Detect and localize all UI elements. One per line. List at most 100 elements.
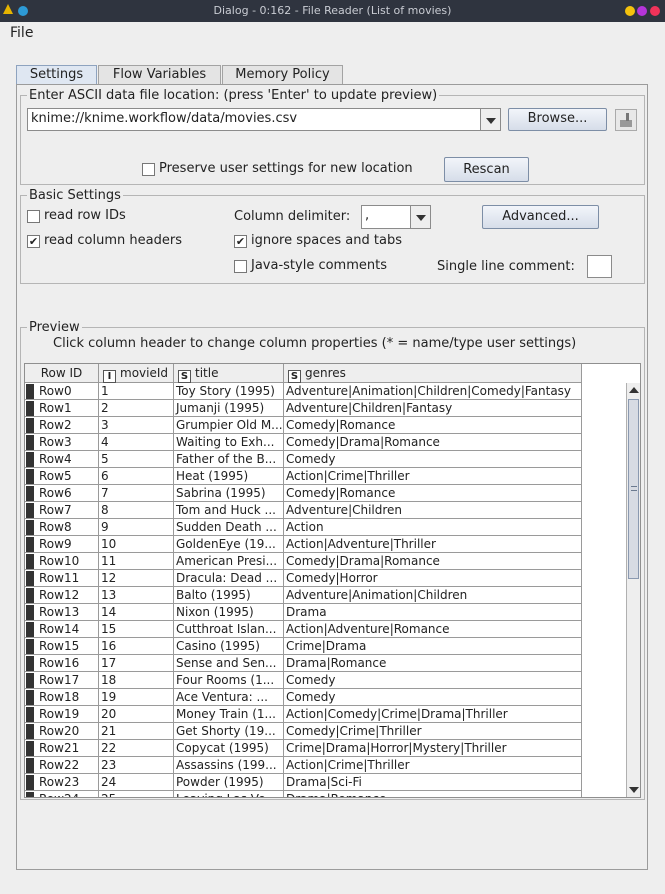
title-cell: Sabrina (1995): [174, 485, 284, 502]
table-row[interactable]: Row9 10 GoldenEye (19... Action|Adventure|T…: [25, 536, 582, 553]
column-header-rowid[interactable]: Row ID: [25, 364, 99, 383]
column-header-movieid[interactable]: ImovieId: [99, 364, 174, 383]
file-chooser-icon[interactable]: [615, 109, 637, 131]
table-row[interactable]: Row0 1 Toy Story (1995) Adventure|Animation…: [25, 383, 582, 400]
table-row[interactable]: Row1 2 Jumanji (1995) Adventure|Children|Fa…: [25, 400, 582, 417]
rescan-button[interactable]: Rescan: [444, 157, 529, 182]
table-row[interactable]: Row16 17 Sense and Sen... Drama|Romance: [25, 655, 582, 672]
table-row[interactable]: Row2 3 Grumpier Old M... Comedy|Romance: [25, 417, 582, 434]
movieid-cell: 10: [99, 536, 174, 553]
title-cell: Waiting to Exh...: [174, 434, 284, 451]
preserve-settings-checkbox[interactable]: [142, 163, 155, 176]
cell-text: Action|Adventure|Romance: [286, 622, 450, 636]
movieid-cell: 19: [99, 689, 174, 706]
close-button[interactable]: [650, 6, 660, 16]
row-id-cell: Row16: [25, 655, 99, 672]
advanced-button[interactable]: Advanced...: [482, 205, 599, 229]
row-id-cell: Row24: [25, 791, 99, 797]
tab-memory-policy[interactable]: Memory Policy: [222, 65, 343, 85]
title-cell: Get Shorty (19...: [174, 723, 284, 740]
java-comments-checkbox[interactable]: [234, 260, 247, 273]
table-row[interactable]: Row4 5 Father of the B... Comedy: [25, 451, 582, 468]
row-marker-icon: [26, 775, 34, 790]
row-marker-icon: [26, 384, 34, 399]
row-id-cell: Row7: [25, 502, 99, 519]
tab-settings[interactable]: Settings: [16, 65, 97, 85]
table-row[interactable]: Row19 20 Money Train (1... Action|Comedy|Cr…: [25, 706, 582, 723]
table-row[interactable]: Row6 7 Sabrina (1995) Comedy|Romance: [25, 485, 582, 502]
preserve-settings-label: Preserve user settings for new location: [159, 161, 413, 176]
genres-cell: Action|Adventure|Thriller: [284, 536, 582, 553]
title-cell: Sudden Death ...: [174, 519, 284, 536]
table-row[interactable]: Row23 24 Powder (1995) Drama|Sci-Fi: [25, 774, 582, 791]
read-column-headers-checkbox[interactable]: ✔: [27, 235, 40, 248]
table-row[interactable]: Row21 22 Copycat (1995) Crime|Drama|Horror|…: [25, 740, 582, 757]
maximize-button[interactable]: [637, 6, 647, 16]
ignore-spaces-checkbox[interactable]: ✔: [234, 235, 247, 248]
row-id-cell: Row14: [25, 621, 99, 638]
cell-text: 7: [101, 486, 109, 500]
row-marker-icon: [26, 741, 34, 756]
cell-text: American Presi...: [176, 554, 278, 568]
browse-button[interactable]: Browse...: [508, 108, 607, 131]
chevron-down-icon[interactable]: [480, 109, 500, 130]
cell-text: 9: [101, 520, 109, 534]
scrollbar-thumb[interactable]: [628, 399, 639, 579]
row-id-cell: Row0: [25, 383, 99, 400]
table-row[interactable]: Row13 14 Nixon (1995) Drama: [25, 604, 582, 621]
chevron-down-icon[interactable]: [410, 206, 430, 228]
minimize-button[interactable]: [625, 6, 635, 16]
table-row[interactable]: Row22 23 Assassins (199... Action|Crime|Thr…: [25, 757, 582, 774]
table-row[interactable]: Row18 19 Ace Ventura: ... Comedy: [25, 689, 582, 706]
table-row[interactable]: Row12 13 Balto (1995) Adventure|Animation|C…: [25, 587, 582, 604]
integer-type-icon: I: [103, 370, 116, 383]
genres-cell: Adventure|Animation|Children|Comedy|Fant…: [284, 383, 582, 400]
table-row[interactable]: Row11 12 Dracula: Dead ... Comedy|Horror: [25, 570, 582, 587]
read-row-ids-checkbox[interactable]: [27, 210, 40, 223]
table-row[interactable]: Row20 21 Get Shorty (19... Comedy|Crime|Thr…: [25, 723, 582, 740]
file-path-combo[interactable]: knime://knime.workflow/data/movies.csv: [27, 108, 501, 131]
vertical-scrollbar[interactable]: [626, 383, 640, 797]
movieid-cell: 16: [99, 638, 174, 655]
scroll-down-icon[interactable]: [629, 787, 639, 793]
menu-file[interactable]: File: [10, 25, 33, 41]
cell-text: Sudden Death ...: [176, 520, 277, 534]
genres-cell: Comedy|Romance: [284, 485, 582, 502]
tab-flow-variables[interactable]: Flow Variables: [98, 65, 221, 85]
table-row[interactable]: Row5 6 Heat (1995) Action|Crime|Thriller: [25, 468, 582, 485]
cell-text: 1: [101, 384, 109, 398]
cell-text: Row21: [39, 741, 80, 755]
column-header-title[interactable]: Stitle: [174, 364, 284, 383]
cell-text: Comedy|Drama|Romance: [286, 554, 440, 568]
title-cell: Sense and Sen...: [174, 655, 284, 672]
row-id-cell: Row17: [25, 672, 99, 689]
column-delimiter-combo[interactable]: ,: [361, 205, 431, 229]
table-row[interactable]: Row7 8 Tom and Huck ... Adventure|Children: [25, 502, 582, 519]
cell-text: 13: [101, 588, 117, 602]
cell-text: Drama|Sci-Fi: [286, 775, 362, 789]
cell-text: 21: [101, 724, 117, 738]
title-cell: Dracula: Dead ...: [174, 570, 284, 587]
column-header-genres[interactable]: Sgenres: [284, 364, 582, 383]
read-row-ids-label: read row IDs: [44, 208, 126, 223]
table-row[interactable]: Row8 9 Sudden Death ... Action: [25, 519, 582, 536]
cell-text: Row19: [39, 707, 80, 721]
table-row[interactable]: Row14 15 Cutthroat Islan... Action|Adventur…: [25, 621, 582, 638]
row-id-cell: Row11: [25, 570, 99, 587]
single-line-comment-input[interactable]: [587, 255, 612, 278]
cell-text: Heat (1995): [176, 469, 249, 483]
window-menu-icon[interactable]: [18, 6, 28, 16]
table-row[interactable]: Row3 4 Waiting to Exh... Comedy|Drama|Roman…: [25, 434, 582, 451]
table-row[interactable]: Row10 11 American Presi... Comedy|Drama|Rom…: [25, 553, 582, 570]
scroll-up-icon[interactable]: [629, 387, 639, 393]
table-row[interactable]: Row15 16 Casino (1995) Crime|Drama: [25, 638, 582, 655]
movieid-cell: 4: [99, 434, 174, 451]
cell-text: Jumanji (1995): [176, 401, 265, 415]
table-row[interactable]: Row17 18 Four Rooms (1... Comedy: [25, 672, 582, 689]
cell-text: Crime|Drama|Horror|Mystery|Thriller: [286, 741, 507, 755]
genres-cell: Crime|Drama|Horror|Mystery|Thriller: [284, 740, 582, 757]
movieid-cell: 25: [99, 791, 174, 797]
table-row[interactable]: Row24 25 Leaving Las Ve... Drama|Romance: [25, 791, 582, 797]
read-column-headers-label: read column headers: [44, 233, 182, 248]
movieid-cell: 12: [99, 570, 174, 587]
